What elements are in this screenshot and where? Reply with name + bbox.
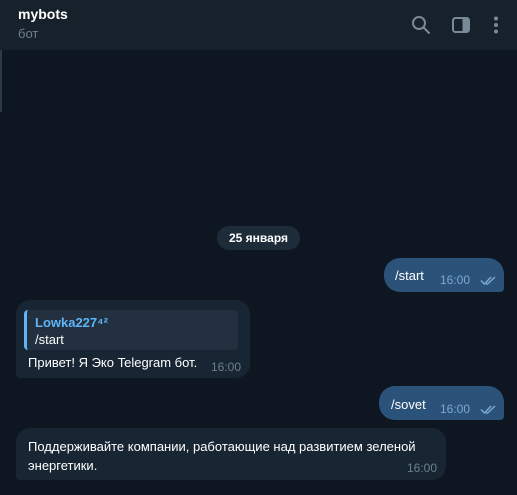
message-incoming[interactable]: Поддерживайте компании, работающие над р… bbox=[16, 428, 446, 480]
read-receipt-icon bbox=[480, 276, 496, 286]
chat-subtitle: бот bbox=[18, 26, 39, 41]
reply-author: Lowka227⁴² bbox=[35, 315, 108, 330]
message-time: 16:00 bbox=[440, 273, 471, 287]
sidebar-toggle-icon[interactable] bbox=[449, 13, 473, 37]
chat-title[interactable]: mybots bbox=[18, 6, 68, 22]
search-icon[interactable] bbox=[409, 13, 433, 37]
message-outgoing[interactable]: /start 16:00 bbox=[384, 258, 504, 292]
chat-header: mybots бот bbox=[0, 0, 517, 50]
message-time: 16:00 bbox=[407, 461, 438, 475]
message-time: 16:00 bbox=[440, 402, 471, 416]
message-outgoing[interactable]: /sovet 16:00 bbox=[379, 386, 504, 420]
message-text: Привет! Я Эко Telegram бот. bbox=[28, 355, 198, 370]
message-text: /sovet bbox=[391, 397, 426, 412]
message-time: 16:00 bbox=[211, 360, 242, 374]
reply-quote[interactable]: Lowka227⁴² /start bbox=[24, 310, 238, 350]
message-text: /start bbox=[395, 268, 424, 283]
message-list[interactable]: 25 января /start 16:00 Lowka227⁴² /start… bbox=[0, 50, 517, 495]
reply-text: /start bbox=[35, 332, 64, 347]
date-separator: 25 января bbox=[217, 226, 300, 250]
read-receipt-icon bbox=[480, 405, 496, 415]
message-incoming[interactable]: Lowka227⁴² /start Привет! Я Эко Telegram… bbox=[16, 300, 250, 378]
message-text: Поддерживайте компании, работающие над р… bbox=[28, 439, 416, 473]
more-vertical-icon[interactable] bbox=[484, 13, 508, 37]
